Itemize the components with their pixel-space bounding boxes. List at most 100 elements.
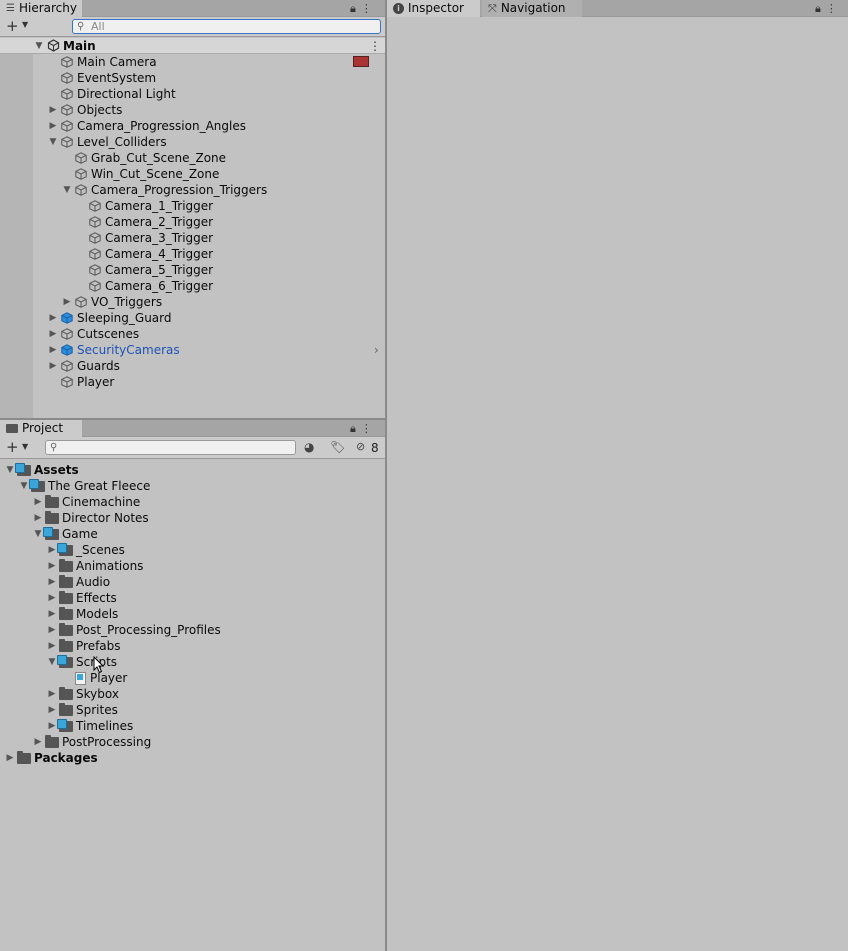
hierarchy-item-label: Directional Light	[77, 87, 176, 101]
lock-icon[interactable]: 🔒︎	[350, 2, 356, 16]
hierarchy-item[interactable]: Camera_4_Trigger	[74, 246, 213, 262]
chevron-right-icon[interactable]: ›	[374, 343, 379, 357]
collapse-arrow-icon[interactable]: ▶	[45, 622, 59, 638]
collapse-arrow-icon[interactable]: ▶	[46, 358, 60, 374]
hidden-packages-icon[interactable]: ⊘	[356, 440, 365, 453]
project-item[interactable]: ▼Scripts	[45, 654, 117, 670]
project-item[interactable]: ▼ The Great Fleece	[17, 478, 150, 494]
arrow-spacer	[60, 150, 74, 166]
project-item-label: Skybox	[76, 687, 119, 701]
collapse-arrow-icon[interactable]: ▶	[46, 342, 60, 358]
add-button[interactable]: +	[6, 18, 19, 34]
hierarchy-item[interactable]: ▶ VO_Triggers	[60, 294, 163, 310]
project-item[interactable]: ▼ Game	[31, 526, 98, 542]
collapse-arrow-icon[interactable]: ▶	[46, 326, 60, 342]
hierarchy-item[interactable]: ▼ Level_Colliders	[46, 134, 167, 150]
chevron-down-icon[interactable]: ▼	[22, 20, 28, 29]
more-menu-icon[interactable]: ⋮	[361, 422, 372, 435]
project-item[interactable]: ▶ Timelines	[45, 718, 133, 734]
more-menu-icon[interactable]: ⋮	[826, 2, 837, 15]
hierarchy-item[interactable]: Directional Light	[46, 86, 176, 102]
hierarchy-item[interactable]: Grab_Cut_Scene_Zone	[60, 150, 226, 166]
project-item[interactable]: ▼ Assets	[3, 462, 79, 478]
folder-icon	[59, 622, 73, 637]
collapse-arrow-icon[interactable]: ▶	[31, 734, 45, 750]
project-item[interactable]: ▶ _Scenes	[45, 542, 125, 558]
project-item[interactable]: ▶ Effects	[45, 590, 117, 606]
collapse-arrow-icon[interactable]: ▶	[46, 118, 60, 134]
tab-hierarchy[interactable]: ☰ Hierarchy	[0, 0, 82, 17]
hierarchy-item[interactable]: ▶ Cutscenes	[46, 326, 140, 342]
project-item[interactable]: ▶ Post_Processing_Profiles	[45, 622, 221, 638]
hierarchy-item[interactable]: Camera_2_Trigger	[74, 214, 213, 230]
project-item-label: Assets	[34, 463, 79, 477]
hierarchy-item[interactable]: Camera_1_Trigger	[74, 198, 213, 214]
project-item[interactable]: ▶ Models	[45, 606, 118, 622]
project-item[interactable]: ▶ Audio	[45, 574, 110, 590]
hierarchy-list-icon: ☰	[6, 3, 15, 14]
collapse-arrow-icon[interactable]: ▶	[45, 686, 59, 702]
hierarchy-item[interactable]: Player	[46, 374, 114, 390]
hierarchy-search-input[interactable]: ⚲ All	[72, 19, 381, 34]
hierarchy-item[interactable]: ▶ SecurityCameras	[46, 342, 180, 358]
search-by-label-icon[interactable]: 🏷︎	[330, 440, 345, 454]
gameobject-cube-icon	[74, 183, 88, 197]
project-item[interactable]: ▶ Director Notes	[31, 510, 149, 526]
collapse-arrow-icon[interactable]: ▶	[31, 510, 45, 526]
tab-navigation[interactable]: ⤧ Navigation	[482, 0, 582, 17]
project-item[interactable]: ▶ Sprites	[45, 702, 118, 718]
expand-arrow-icon[interactable]: ▼	[60, 182, 74, 198]
hierarchy-panel: ☰ Hierarchy 🔒︎ ⋮ + ▼ ⚲ All ▼ Main ⋮ › Ma…	[0, 0, 385, 418]
hierarchy-item[interactable]: Camera_3_Trigger	[74, 230, 213, 246]
expand-arrow-icon[interactable]: ▼	[46, 134, 60, 150]
collapse-arrow-icon[interactable]: ▶	[45, 638, 59, 654]
tab-project[interactable]: Project	[0, 420, 82, 437]
collapse-arrow-icon[interactable]: ▶	[45, 702, 59, 718]
tab-inspector[interactable]: i Inspector	[387, 0, 480, 17]
scene-menu-icon[interactable]: ⋮	[369, 38, 381, 54]
project-item[interactable]: ▶ Animations	[45, 558, 143, 574]
gameobject-cube-icon	[88, 263, 102, 277]
hierarchy-item[interactable]: ▶ Camera_Progression_Angles	[46, 118, 246, 134]
collapse-arrow-icon[interactable]: ▶	[60, 294, 74, 310]
search-by-type-icon[interactable]: ◕	[304, 440, 314, 454]
add-button[interactable]: +	[6, 439, 19, 455]
gameobject-cube-icon	[60, 359, 74, 373]
gameobject-cube-icon	[74, 295, 88, 309]
hierarchy-item[interactable]: Camera_6_Trigger	[74, 278, 213, 294]
hierarchy-item[interactable]: EventSystem	[46, 70, 156, 86]
collapse-arrow-icon[interactable]: ▶	[45, 606, 59, 622]
hierarchy-item[interactable]: ▼ Camera_Progression_Triggers	[60, 182, 268, 198]
hierarchy-item[interactable]: Win_Cut_Scene_Zone	[60, 166, 219, 182]
folder-with-content-icon	[15, 462, 31, 477]
collapse-arrow-icon[interactable]: ▶	[31, 494, 45, 510]
project-item-label: Models	[76, 607, 119, 621]
collapse-arrow-icon[interactable]: ▶	[3, 750, 17, 766]
hierarchy-item-label: Cutscenes	[77, 327, 140, 341]
more-menu-icon[interactable]: ⋮	[361, 2, 372, 15]
expand-arrow[interactable]: ▼	[32, 38, 46, 54]
arrow-spacer	[46, 54, 60, 70]
collapse-arrow-icon[interactable]: ▶	[46, 310, 60, 326]
project-item[interactable]: ▶ Prefabs	[45, 638, 121, 654]
hierarchy-item-label: Grab_Cut_Scene_Zone	[91, 151, 227, 165]
project-item[interactable]: ▶ Packages	[3, 750, 98, 766]
project-item[interactable]: ▶ PostProcessing	[31, 734, 151, 750]
scene-header[interactable]: ▼ Main ⋮	[0, 38, 385, 54]
hierarchy-item[interactable]: Camera_5_Trigger	[74, 262, 213, 278]
collapse-arrow-icon[interactable]: ▶	[45, 590, 59, 606]
chevron-down-icon[interactable]: ▼	[22, 442, 28, 451]
lock-icon[interactable]: 🔒︎	[815, 2, 821, 16]
folder-icon	[59, 558, 73, 573]
hierarchy-item[interactable]: ▶ Sleeping_Guard	[46, 310, 172, 326]
lock-icon[interactable]: 🔒︎	[350, 422, 356, 436]
project-item[interactable]: ▶ Cinemachine	[31, 494, 140, 510]
project-item[interactable]: ▶ Skybox	[45, 686, 119, 702]
collapse-arrow-icon[interactable]: ▶	[45, 574, 59, 590]
hierarchy-item[interactable]: ▶ Guards	[46, 358, 120, 374]
collapse-arrow-icon[interactable]: ▶	[46, 102, 60, 118]
hierarchy-item[interactable]: Main Camera	[46, 54, 157, 70]
hierarchy-item[interactable]: ▶ Objects	[46, 102, 123, 118]
collapse-arrow-icon[interactable]: ▶	[45, 558, 59, 574]
project-search-input[interactable]: ⚲	[45, 440, 296, 455]
